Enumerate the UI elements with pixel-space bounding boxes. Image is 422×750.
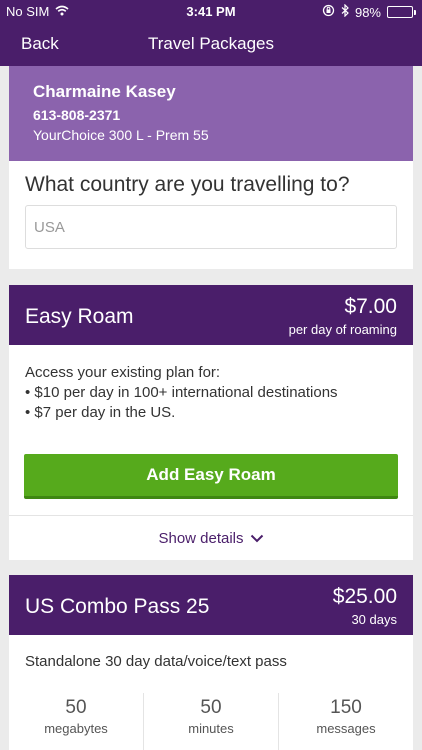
easy-roam-card: Easy Roam $7.00 per day of roaming Acces… (9, 285, 413, 560)
customer-phone: 613-808-2371 (33, 107, 121, 123)
package-bullets: $10 per day in 100+ international destin… (25, 383, 397, 423)
status-right: 98% (322, 3, 416, 20)
package-price-unit: 30 days (351, 612, 397, 627)
stat-messages: 150 messages (279, 693, 413, 750)
stat-megabytes: 50 megabytes (9, 693, 144, 750)
add-easy-roam-button[interactable]: Add Easy Roam (24, 454, 398, 499)
package-bullet: $7 per day in the US. (25, 403, 397, 423)
customer-name: Charmaine Kasey (33, 82, 176, 101)
package-header: US Combo Pass 25 $25.00 30 days (9, 575, 413, 635)
page-title: Travel Packages (148, 34, 274, 53)
package-name: Easy Roam (25, 305, 134, 328)
package-intro: Access your existing plan for: (25, 364, 221, 381)
stat-value: 50 (200, 697, 222, 718)
country-input[interactable] (25, 205, 397, 249)
app-header: No SIM 3:41 PM 98% Back Travel Packages (0, 0, 422, 66)
show-details-toggle[interactable]: Show details (9, 515, 413, 560)
status-bar: No SIM 3:41 PM 98% (0, 0, 422, 22)
nav-bar: Back Travel Packages (0, 22, 422, 66)
customer-info: Charmaine Kasey 613-808-2371 YourChoice … (9, 66, 413, 161)
stat-value: 50 (65, 697, 87, 718)
package-name: US Combo Pass 25 (25, 595, 210, 618)
stat-minutes: 50 minutes (144, 693, 279, 750)
battery-percent: 98% (354, 4, 381, 20)
package-price-unit: per day of roaming (288, 322, 397, 337)
country-question: What country are you travelling to? (25, 173, 350, 196)
package-description: Standalone 30 day data/voice/text pass (25, 653, 287, 670)
package-description: Access your existing plan for: $10 per d… (9, 345, 413, 423)
package-price: $25.00 (332, 585, 397, 608)
package-bullet: $10 per day in 100+ international destin… (25, 383, 397, 403)
stat-value: 150 (330, 697, 362, 718)
show-details-label: Show details (158, 529, 244, 547)
bluetooth-icon (341, 3, 349, 20)
customer-plan: YourChoice 300 L - Prem 55 (33, 127, 209, 143)
battery-icon (387, 6, 416, 18)
package-stats: 50 megabytes 50 minutes 150 messages (9, 693, 413, 750)
stat-label: messages (316, 721, 376, 736)
stat-label: megabytes (44, 721, 108, 736)
package-price: $7.00 (344, 295, 397, 318)
us-combo-pass-card: US Combo Pass 25 $25.00 30 days Standalo… (9, 575, 413, 750)
chevron-down-icon (250, 530, 264, 547)
orientation-lock-icon (322, 4, 335, 20)
customer-card: Charmaine Kasey 613-808-2371 YourChoice … (9, 66, 413, 269)
stat-label: minutes (188, 721, 234, 736)
package-header: Easy Roam $7.00 per day of roaming (9, 285, 413, 345)
